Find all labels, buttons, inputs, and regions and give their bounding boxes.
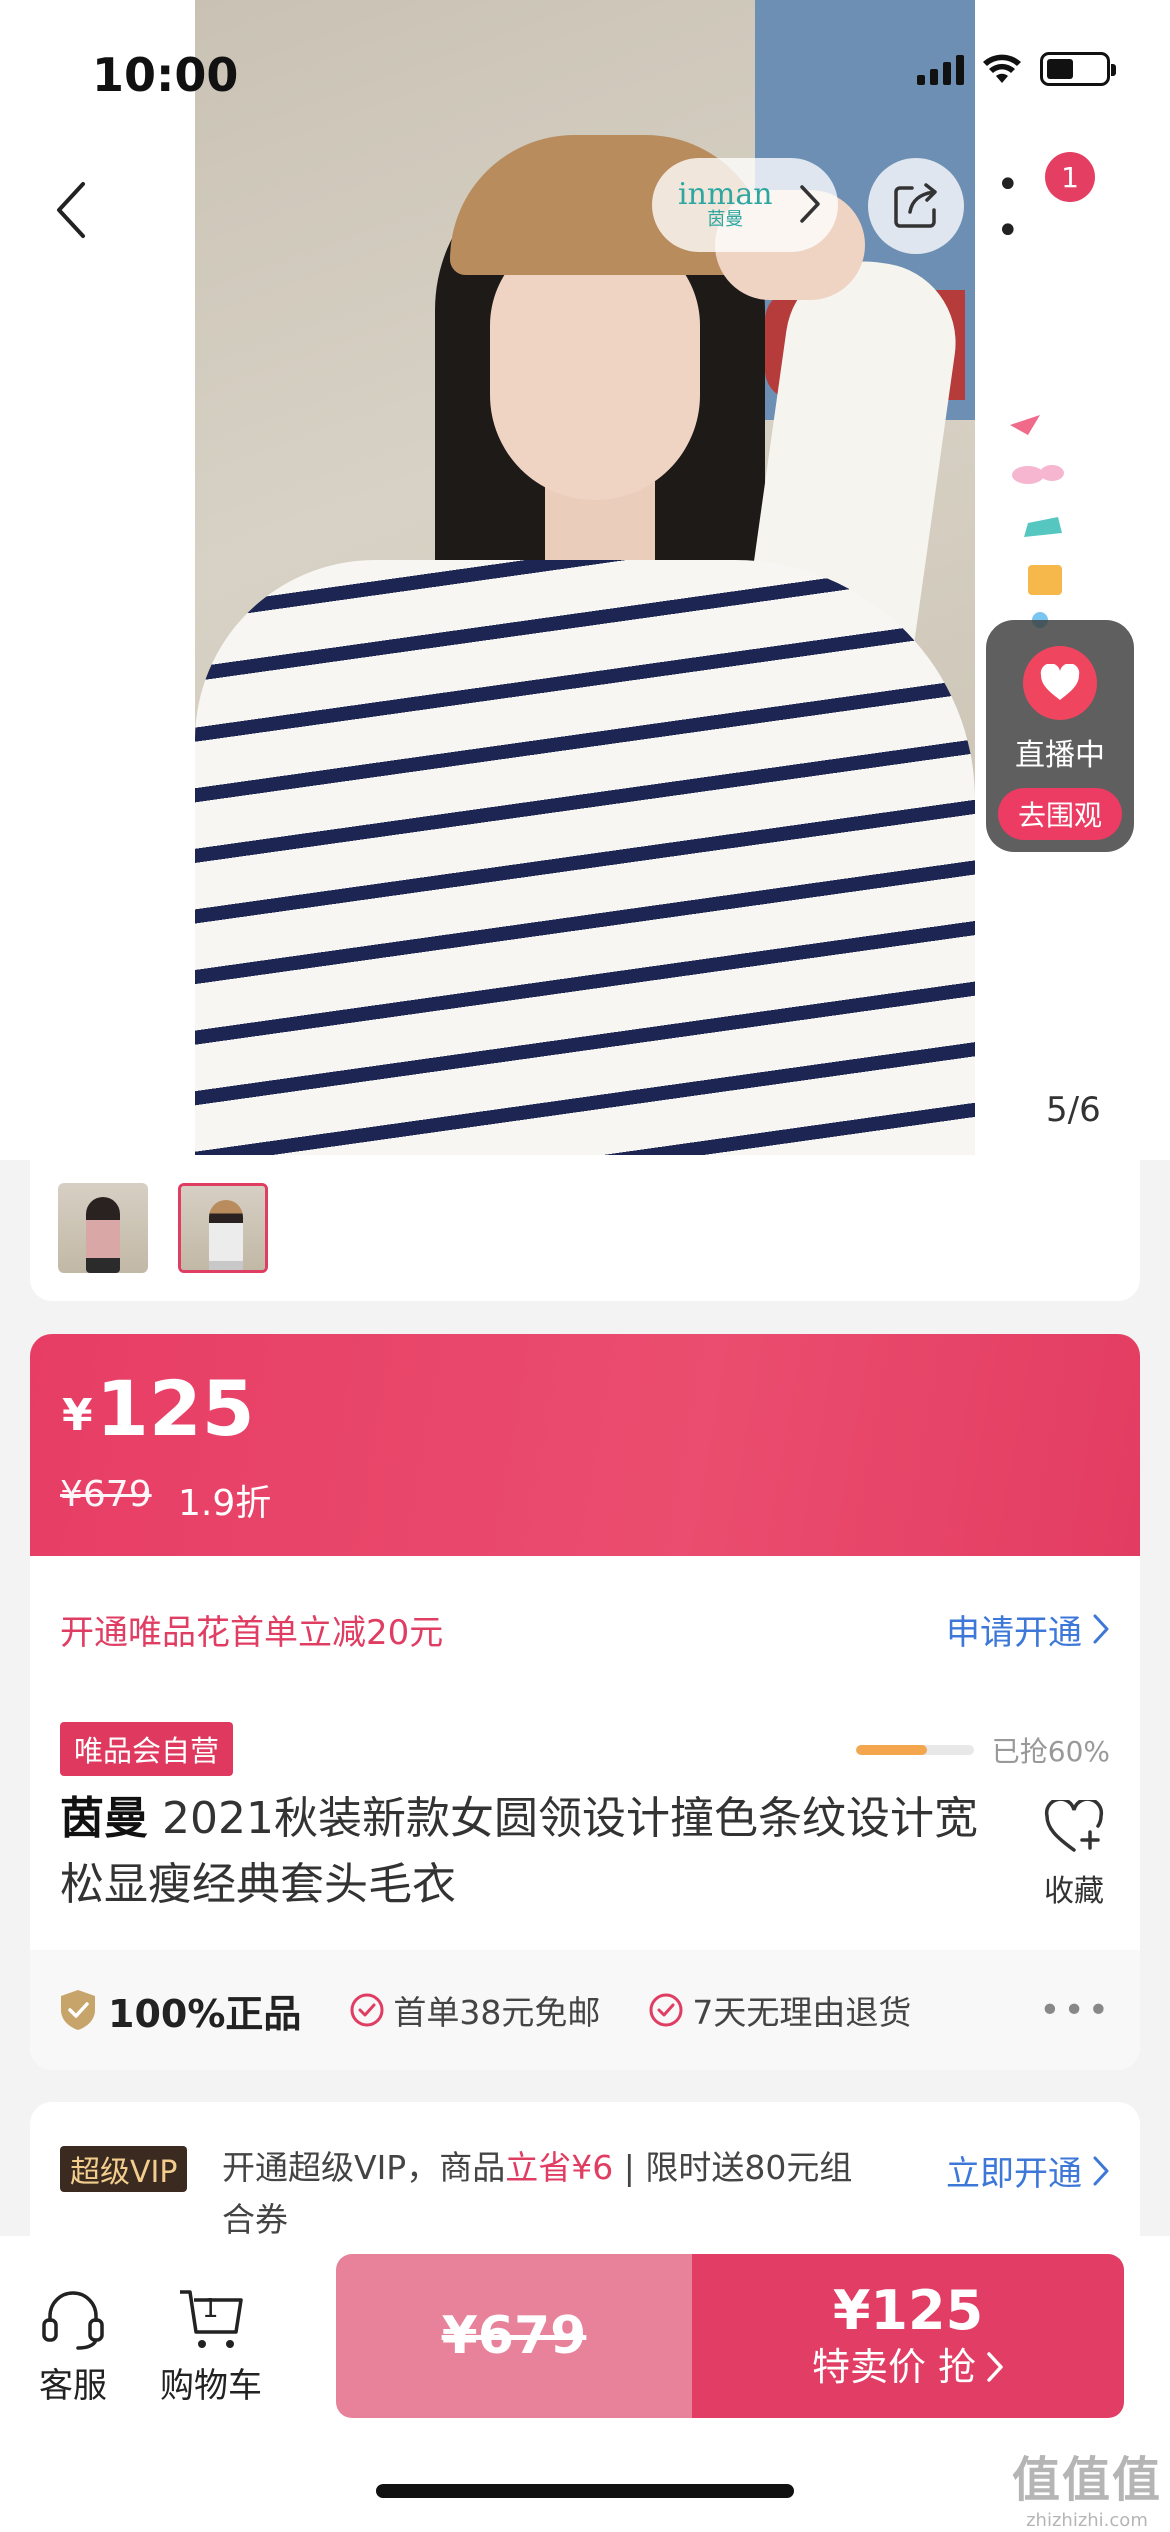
chevron-right-icon: [987, 2352, 1003, 2382]
sold-progress-label: 已抢60%: [991, 1735, 1110, 1768]
product-title: 茵曼 2021秋装新款女圆领设计撞色条纹设计宽松显瘦经典套头毛衣: [60, 1786, 980, 1918]
live-watch-button[interactable]: 去围观: [998, 788, 1122, 840]
cart-label: 购物车: [160, 2366, 262, 2406]
credit-promo-text: 开通唯品花首单立减20元: [60, 1612, 444, 1653]
cart-count: 1: [202, 2294, 219, 2324]
current-price: 125: [96, 1364, 255, 1453]
product-photo[interactable]: [195, 0, 975, 1155]
thumbnail-selected[interactable]: [178, 1183, 268, 1273]
assurance-item-label: 7天无理由退货: [692, 1993, 912, 2032]
assurance-row[interactable]: 100%正品 首单38元免邮 7天无理由退货 •••: [30, 1950, 1140, 2070]
headset-icon: [42, 2291, 104, 2350]
check-circle-icon: [350, 1993, 384, 2027]
live-stream-card[interactable]: 直播中 去围观: [986, 620, 1134, 852]
customer-service-label: 客服: [39, 2366, 107, 2406]
notification-badge: 1: [1045, 152, 1095, 202]
vip-text-a: 开通超级VIP，商品: [222, 2148, 506, 2187]
chevron-right-icon: [800, 185, 820, 223]
vip-promo-card[interactable]: 超级VIP 开通超级VIP，商品立省¥6 | 限时送80元组合券 立即开通: [30, 2102, 1140, 2242]
shield-icon: [61, 1990, 95, 2030]
heart-plus-icon: [1044, 1800, 1104, 1852]
watermark-cn: 值值值: [1011, 2452, 1162, 2508]
wifi-icon: [983, 54, 1021, 83]
buy-now-label-row: 特卖价 抢: [812, 2342, 1004, 2392]
brand-logo-cn: 茵曼: [707, 209, 744, 230]
favorite-button[interactable]: 收藏: [1042, 1800, 1106, 1910]
back-button[interactable]: [40, 170, 100, 250]
vip-open-link[interactable]: 立即开通: [946, 2146, 1110, 2195]
credit-promo-row[interactable]: 开通唯品花首单立减20元 申请开通: [30, 1556, 1140, 1702]
super-vip-badge: 超级VIP: [60, 2146, 188, 2192]
buy-now-price: ¥125: [832, 2279, 984, 2342]
status-time: 10:00: [92, 48, 239, 102]
back-icon: [57, 182, 85, 238]
price-currency: ¥: [62, 1390, 93, 1441]
thumbnail[interactable]: [58, 1183, 148, 1273]
sold-progress-bar: [855, 1745, 974, 1755]
favorite-label: 收藏: [1044, 1874, 1104, 1909]
price-banner: ¥ 125 ¥679 1.9折: [30, 1334, 1140, 1556]
status-icons: [917, 52, 1116, 86]
watermark-en: zhizhizhi.com: [1026, 2510, 1148, 2531]
price-card: ¥ 125 ¥679 1.9折 开通唯品花首单立减20元 申请开通 唯品会自营 …: [30, 1334, 1140, 2070]
assurance-item: 7天无理由退货: [648, 1986, 911, 2034]
credit-apply-link[interactable]: 申请开通: [946, 1605, 1110, 1654]
brand-logo-en: inman: [678, 177, 773, 212]
heart-icon: [1023, 646, 1097, 720]
gallery-page-indicator: 5/6: [1046, 1090, 1101, 1130]
product-title-text: 2021秋装新款女圆领设计撞色条纹设计宽松显瘦经典套头毛衣: [60, 1793, 978, 1910]
buy-now-label: 特卖价 抢: [811, 2345, 977, 2389]
customer-service-button[interactable]: 客服: [38, 2286, 108, 2407]
authentic-label: 100%正品: [108, 1991, 302, 2036]
sold-progress: 已抢60%: [855, 1730, 1110, 1770]
share-button[interactable]: [868, 158, 964, 254]
assurance-item: 首单38元免邮: [349, 1986, 600, 2034]
battery-icon: [1040, 52, 1116, 86]
chevron-right-icon: [1093, 1614, 1109, 1644]
product-brand: 茵曼: [60, 1793, 148, 1844]
share-icon: [894, 183, 937, 228]
credit-apply-label: 申请开通: [946, 1612, 1082, 1653]
original-price: ¥679: [60, 1474, 152, 1515]
live-decoration-icon: [1010, 415, 1064, 628]
buy-now-button[interactable]: ¥125 特卖价 抢: [692, 2254, 1124, 2418]
self-operated-badge: 唯品会自营: [60, 1722, 234, 1776]
watermark: 值值值 zhizhizhi.com: [1012, 2440, 1162, 2531]
vip-promo-text: 开通超级VIP，商品立省¥6 | 限时送80元组合券: [222, 2142, 872, 2246]
discount-label: 1.9折: [178, 1483, 272, 1524]
brand-logo: inman 茵曼: [678, 180, 773, 230]
brand-store-button[interactable]: inman 茵曼: [652, 158, 838, 252]
live-status-label: 直播中: [1015, 738, 1105, 773]
assurance-item-label: 首单38元免邮: [393, 1993, 601, 2032]
authentic-guarantee: 100%正品: [58, 1983, 301, 2038]
vip-open-label: 立即开通: [946, 2154, 1082, 2194]
check-circle-icon: [649, 1993, 683, 2027]
product-gallery[interactable]: 10:00 inman 茵曼 • • • 1 直播中 去围观 5/6: [0, 0, 1170, 1160]
chevron-right-icon: [1093, 2156, 1109, 2185]
signal-icon: [917, 53, 964, 85]
original-price-button[interactable]: ¥679: [336, 2254, 692, 2418]
home-indicator[interactable]: [376, 2484, 794, 2498]
photo-striped-sweater: [195, 560, 975, 1155]
vip-savings: 立省¥6: [505, 2148, 614, 2187]
thumbnail-strip: [30, 1155, 1140, 1301]
cart-icon: 1: [176, 2286, 246, 2352]
more-icon[interactable]: •••: [1039, 1990, 1112, 2031]
cart-button[interactable]: 1 购物车: [160, 2286, 262, 2407]
